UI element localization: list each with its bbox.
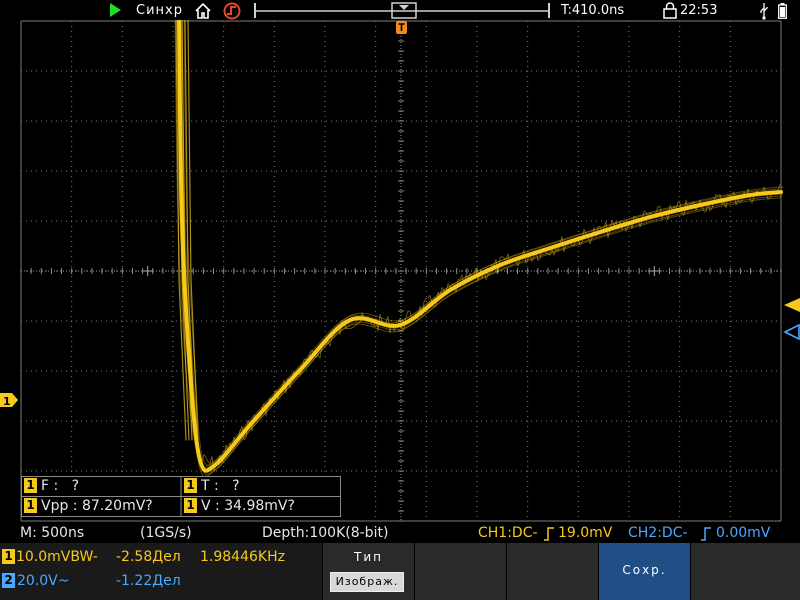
display-mode-value[interactable]: Изображ.	[330, 572, 404, 592]
svg-text:1: 1	[3, 395, 11, 408]
ch1-waveform-trace	[174, 20, 784, 478]
ch2-offset: -1.22Дел	[116, 573, 181, 589]
ch2-info[interactable]: 2 20.0V~	[2, 573, 69, 589]
battery-icon	[778, 3, 787, 19]
play-icon[interactable]	[110, 3, 121, 17]
ch2-trigger-coupling: CH2:DC-	[628, 525, 688, 541]
ch1-badge: 1	[24, 478, 37, 493]
persistence-trace	[181, 20, 783, 476]
main-trace	[177, 20, 783, 473]
ch2-trigger-level: 0.00mV	[716, 525, 771, 541]
rising-edge-icon	[701, 527, 711, 541]
acquisition-status-line: M: 500ns (1GS/s) Depth:100K(8-bit) CH1:D…	[0, 523, 800, 543]
sample-rate-readout: (1GS/s)	[140, 525, 192, 541]
ch1-badge: 1	[184, 478, 197, 493]
ch2-trigger-level-marker[interactable]	[783, 323, 800, 341]
home-icon[interactable]	[194, 2, 212, 20]
graticule	[20, 20, 782, 522]
usb-icon	[760, 3, 768, 20]
measurement-panel: 1F : ? 1T : ? 1 Vpp : 87.20mV? 1V : 34.98…	[21, 476, 341, 517]
ch1-badge: 1	[24, 498, 37, 513]
trigger-position-readout: T:410.0ns	[561, 3, 625, 18]
voltage-measurement: 1V : 34.98mV?	[184, 497, 295, 516]
menu-button-empty-2[interactable]	[506, 543, 598, 600]
ch1-frequency: 1.98446KHz	[200, 549, 285, 565]
ch1-info[interactable]: 1 10.0mVBW-	[2, 549, 98, 565]
period-measurement: 1T : ?	[184, 477, 240, 496]
waveform-display[interactable]: 1	[0, 20, 800, 525]
ch1-scale: 10.0mV	[16, 549, 71, 565]
persistence-trace	[174, 20, 780, 468]
trigger-icon[interactable]	[222, 2, 242, 20]
ch1-ground-marker[interactable]: 1	[0, 393, 18, 408]
memory-position-bar[interactable]	[253, 2, 551, 19]
ch2-scale: 20.0V~	[17, 573, 70, 589]
ch2-badge: 2	[2, 573, 15, 588]
ch1-trigger-coupling: CH1:DC-	[478, 525, 538, 541]
clock: 22:53	[680, 3, 718, 18]
menu-button-empty-3[interactable]	[690, 543, 800, 600]
trigger-mode-label[interactable]: Синхр	[136, 3, 183, 18]
persistence-trace	[180, 20, 783, 474]
ch1-trigger-level-marker[interactable]	[784, 298, 800, 312]
trigger-position-marker[interactable]	[396, 21, 407, 34]
noise-trace	[199, 184, 781, 472]
timebase-readout[interactable]: M: 500ns	[20, 525, 84, 541]
menu-button-save[interactable]: Сохр.	[598, 543, 690, 600]
menu-button-empty-1[interactable]	[414, 543, 506, 600]
ch1-badge: 1	[2, 549, 15, 564]
frequency-measurement: 1F : ?	[24, 477, 79, 496]
ch1-coupling: BW-	[70, 549, 98, 565]
ch1-offset: -2.58Дел	[116, 549, 181, 565]
memory-depth-readout: Depth:100K(8-bit)	[262, 525, 389, 541]
vpp-measurement: 1 Vpp : 87.20mV?	[24, 497, 153, 516]
ch1-trigger-level: 19.0mV	[558, 525, 613, 541]
ch1-badge: 1	[184, 498, 197, 513]
rising-edge-icon	[544, 527, 554, 541]
lock-icon	[663, 2, 677, 19]
